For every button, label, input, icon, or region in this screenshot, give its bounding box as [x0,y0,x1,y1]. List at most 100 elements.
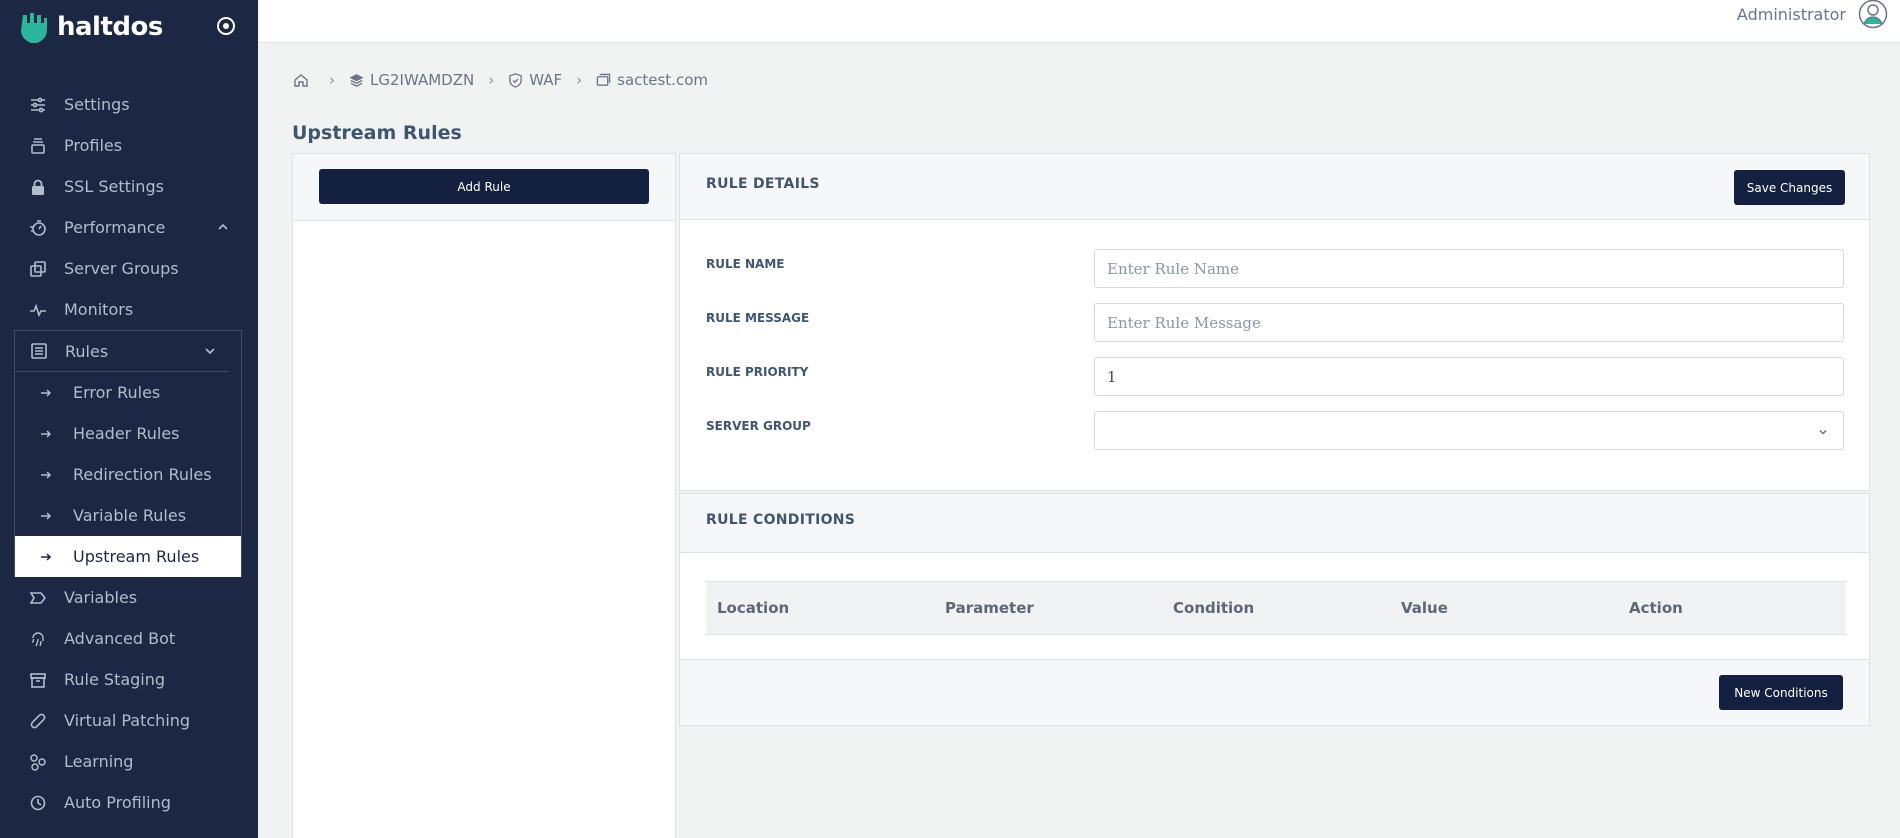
sidebar-subitem-label: Upstream Rules [73,547,200,566]
rule-name-row: RULE NAME [706,249,1846,289]
sidebar-subitem-header-rules[interactable]: Header Rules [15,413,241,454]
column-header-parameter: Parameter [945,599,1034,617]
archive-icon [28,670,48,690]
sidebar-item-advanced-bot[interactable]: Advanced Bot [14,618,242,659]
history-icon [28,793,48,813]
add-rule-button[interactable]: Add Rule [319,169,649,204]
rule-priority-row: RULE PRIORITY [706,357,1846,397]
rule-conditions-title: RULE CONDITIONS [706,512,856,528]
logo[interactable]: haltdos [21,10,163,44]
sidebar-subitem-label: Variable Rules [73,506,187,525]
rule-priority-label: RULE PRIORITY [706,365,809,379]
sliders-icon [28,95,48,115]
sidebar-item-server-groups[interactable]: Server Groups [14,248,242,289]
chevron-up-icon[interactable] [216,220,230,234]
sidebar-item-monitors[interactable]: Monitors [14,289,242,330]
breadcrumb-module[interactable]: WAF [508,71,562,89]
activity-icon [28,300,48,320]
sidebar-item-label: Learning [64,752,134,771]
rules-group: Rules Error Rules Header Rules Redirecti… [14,330,242,577]
sidebar-item-learning[interactable]: Learning [14,741,242,782]
arrow-right-icon [39,427,53,441]
sidebar-item-profiles[interactable]: Profiles [14,125,242,166]
server-group-select[interactable] [1094,411,1844,450]
sidebar-item-label: Settings [64,95,130,114]
conditions-table-header: Location Parameter Condition Value Actio… [706,581,1846,635]
server-group-label: SERVER GROUP [706,419,811,433]
sidebar-item-label: Variables [64,588,138,607]
rule-name-input[interactable] [1094,249,1844,288]
sidebar-item-performance[interactable]: Performance [14,207,242,248]
sidebar-toggle-icon[interactable] [214,14,238,38]
rule-details-card: RULE DETAILS Save Changes RULE NAME RULE… [679,153,1870,491]
arrow-right-icon [39,386,53,400]
sidebar-item-virtual-patching[interactable]: Virtual Patching [14,700,242,741]
bandage-icon [28,711,48,731]
sidebar-item-label: Rules [65,341,109,361]
sidebar-subitem-redirection-rules[interactable]: Redirection Rules [15,454,241,495]
breadcrumb-site[interactable]: sactest.com [596,71,708,89]
sidebar-item-ssl-settings[interactable]: SSL Settings [14,166,242,207]
sidebar-item-settings[interactable]: Settings [14,84,242,125]
tag-icon [28,588,48,608]
sidebar-item-label: Auto Profiling [64,793,171,812]
breadcrumb: › LG2IWAMDZN › WAF › sactest.com [293,71,708,89]
rule-conditions-header: RULE CONDITIONS [680,494,1869,553]
haltdos-logo-icon [21,13,47,43]
breadcrumb-separator: › [576,71,583,89]
sidebar-subitem-variable-rules[interactable]: Variable Rules [15,495,241,536]
arrow-right-icon [39,509,53,523]
sidebar: haltdos Settings Profiles SSL Settings P… [0,0,258,838]
column-header-action: Action [1629,599,1683,617]
sidebar-item-rules[interactable]: Rules [15,331,229,372]
rule-message-label: RULE MESSAGE [706,311,810,325]
server-group-row: SERVER GROUP [706,411,1846,451]
new-conditions-button[interactable]: New Conditions [1719,675,1843,710]
sidebar-subitem-upstream-rules[interactable]: Upstream Rules [15,536,241,577]
arrow-right-icon [39,550,53,564]
rule-message-input[interactable] [1094,303,1844,342]
sidebar-item-rule-staging[interactable]: Rule Staging [14,659,242,700]
topbar: Administrator [258,0,1900,43]
avatar-icon[interactable] [1858,0,1888,29]
sidebar-nav: Settings Profiles SSL Settings Performan… [14,84,242,823]
sidebar-item-variables[interactable]: Variables [14,577,242,618]
breadcrumb-site-label: sactest.com [617,71,708,89]
window-icon [596,73,611,86]
breadcrumb-module-label: WAF [529,71,563,89]
sidebar-item-auto-profiling[interactable]: Auto Profiling [14,782,242,823]
home-icon [294,74,308,87]
user-name: Administrator [1736,4,1846,24]
sidebar-item-label: Rule Staging [64,670,166,689]
sidebar-item-label: Virtual Patching [64,711,191,730]
chevron-down-icon [1819,429,1827,435]
rules-list-panel: Add Rule [292,153,676,838]
stack-icon [28,136,48,156]
breadcrumb-home[interactable] [293,72,315,88]
sidebar-subitem-label: Redirection Rules [73,465,212,484]
sidebar-item-label: Monitors [64,300,134,319]
rule-message-row: RULE MESSAGE [706,303,1846,343]
rule-details-header: RULE DETAILS Save Changes [680,154,1869,220]
fingerprint-icon [28,629,48,649]
user-menu[interactable]: Administrator [1736,0,1888,29]
save-changes-button[interactable]: Save Changes [1734,170,1845,205]
chevron-down-icon[interactable] [203,344,217,358]
column-header-location: Location [717,599,790,617]
column-header-condition: Condition [1173,599,1255,617]
column-header-value: Value [1401,599,1448,617]
sidebar-subitem-label: Error Rules [73,383,161,402]
sidebar-subitem-error-rules[interactable]: Error Rules [15,372,241,413]
gauge-icon [28,218,48,238]
list-icon [29,341,49,361]
breadcrumb-separator: › [329,71,335,89]
rule-conditions-footer: New Conditions [680,659,1869,725]
nodes-icon [28,752,48,772]
breadcrumb-device[interactable]: LG2IWAMDZN [349,71,474,89]
sidebar-item-label: Server Groups [64,259,179,278]
layers-icon [349,73,364,87]
rule-priority-input[interactable] [1094,357,1844,396]
shield-icon [509,72,522,88]
sidebar-item-label: Profiles [64,136,123,155]
rule-name-label: RULE NAME [706,257,785,271]
